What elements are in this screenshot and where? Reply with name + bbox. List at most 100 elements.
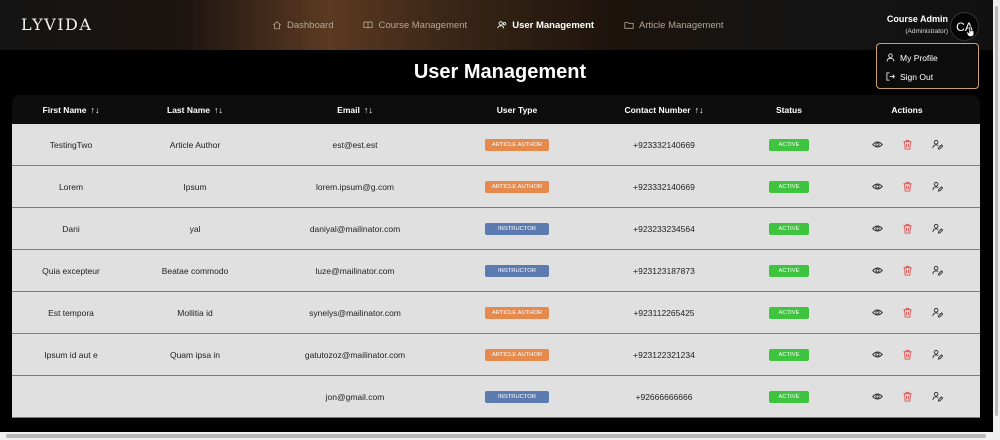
- cell-last-name: yal: [130, 224, 260, 234]
- column-header-user-type: User Type: [450, 105, 584, 115]
- column-header-contact-number[interactable]: Contact Number ↑↓: [584, 105, 744, 115]
- nav-item-label: Article Management: [639, 19, 724, 31]
- column-label: Last Name: [167, 104, 210, 115]
- cell-status: Active: [744, 222, 834, 235]
- horizontal-scrollbar-thumb[interactable]: [6, 434, 986, 438]
- cell-contact-number: +923332140669: [584, 140, 744, 150]
- cell-user-type: Article Author: [450, 138, 584, 151]
- view-icon[interactable]: [862, 391, 892, 402]
- delete-icon[interactable]: [892, 349, 922, 360]
- column-label: Contact Number: [624, 104, 691, 115]
- edit-user-icon[interactable]: [922, 307, 952, 318]
- cell-contact-number: +923122321234: [584, 350, 744, 360]
- table-header: First Name ↑↓ Last Name ↑↓ Email ↑↓ User…: [12, 95, 980, 124]
- cell-actions: [834, 307, 980, 318]
- app-logo[interactable]: LYVIDA: [21, 15, 92, 34]
- cell-email: lorem.ipsum@g.com: [260, 182, 450, 192]
- column-header-status: Status: [744, 105, 834, 115]
- user-type-badge: Instructor: [485, 264, 549, 277]
- cell-contact-number: +923233234564: [584, 224, 744, 234]
- column-header-first-name[interactable]: First Name ↑↓: [12, 105, 130, 115]
- view-icon[interactable]: [862, 181, 892, 192]
- cell-actions: [834, 223, 980, 234]
- cell-status: Active: [744, 390, 834, 403]
- cell-status: Active: [744, 138, 834, 151]
- status-badge: Active: [769, 138, 809, 151]
- sort-icon[interactable]: ↑↓: [364, 105, 373, 115]
- delete-icon[interactable]: [892, 307, 922, 318]
- edit-user-icon[interactable]: [922, 391, 952, 402]
- cell-text: Ipsum: [183, 181, 207, 192]
- edit-user-icon[interactable]: [922, 223, 952, 234]
- nav-item-article-management[interactable]: Article Management: [624, 19, 724, 31]
- delete-icon[interactable]: [892, 181, 922, 192]
- cell-first-name: Dani: [12, 224, 130, 234]
- cell-first-name: Ipsum id aut e: [12, 350, 130, 360]
- home-icon: [272, 21, 282, 30]
- delete-icon[interactable]: [892, 391, 922, 402]
- cell-last-name: Article Author: [130, 140, 260, 150]
- cell-status: Active: [744, 306, 834, 319]
- column-header-actions: Actions: [834, 105, 980, 115]
- edit-user-icon[interactable]: [922, 181, 952, 192]
- cell-contact-number: +92666666666: [584, 392, 744, 402]
- cell-text: daniyal@mailinator.com: [309, 223, 401, 234]
- vertical-scrollbar-thumb[interactable]: [995, 6, 998, 416]
- cell-text: Beatae commodo: [161, 265, 229, 276]
- cell-text: Quam ipsa in: [169, 349, 221, 360]
- book-icon: [363, 21, 374, 29]
- cell-email: gatutozoz@mailinator.com: [260, 350, 450, 360]
- view-icon[interactable]: [862, 307, 892, 318]
- user-type-badge: Article Author: [485, 138, 549, 151]
- delete-icon[interactable]: [892, 139, 922, 150]
- column-header-email[interactable]: Email ↑↓: [260, 105, 450, 115]
- nav-item-course-management[interactable]: Course Management: [363, 20, 467, 31]
- sort-icon[interactable]: ↑↓: [90, 105, 99, 115]
- page-title: User Management: [413, 61, 587, 83]
- cell-first-name: TestingTwo: [12, 140, 130, 150]
- view-icon[interactable]: [862, 349, 892, 360]
- cell-last-name: Mollitia id: [130, 308, 260, 318]
- table-body: TestingTwo Article Author est@est.est Artic…: [12, 124, 980, 418]
- cell-status: Active: [744, 348, 834, 361]
- cell-text: TestingTwo: [49, 139, 93, 150]
- edit-user-icon[interactable]: [922, 265, 952, 276]
- cell-text: +92666666666: [635, 391, 693, 402]
- cell-text: Mollitia id: [177, 307, 213, 318]
- table-row: Est tempora Mollitia id synelys@mailinator…: [12, 292, 980, 334]
- user-info[interactable]: Course Admin (Administrator): [868, 14, 948, 35]
- column-header-last-name[interactable]: Last Name ↑↓: [130, 105, 260, 115]
- table-row: Ipsum id aut e Quam ipsa in gatutozoz@mail…: [12, 334, 980, 376]
- sort-icon[interactable]: ↑↓: [695, 105, 704, 115]
- top-navbar: LYVIDA Dashboard Course Management User …: [0, 0, 1000, 50]
- cell-actions: [834, 181, 980, 192]
- table-row: Lorem Ipsum lorem.ipsum@g.com Article Autho…: [12, 166, 980, 208]
- cell-text: +923332140669: [633, 139, 695, 150]
- cell-email: luze@mailinator.com: [260, 266, 450, 276]
- user-type-badge: Article Author: [485, 348, 549, 361]
- view-icon[interactable]: [862, 223, 892, 234]
- delete-icon[interactable]: [892, 265, 922, 276]
- cell-user-type: Instructor: [450, 222, 584, 235]
- edit-user-icon[interactable]: [922, 139, 952, 150]
- cell-text: lorem.ipsum@g.com: [315, 181, 395, 192]
- cell-text: luze@mailinator.com: [315, 265, 395, 276]
- cell-text: synelys@mailinator.com: [309, 307, 401, 318]
- table-row: Dani yal daniyal@mailinator.com Instructor +…: [12, 208, 980, 250]
- nav-item-user-management[interactable]: User Management: [497, 20, 594, 31]
- delete-icon[interactable]: [892, 223, 922, 234]
- main-nav: Dashboard Course Management User Managem…: [272, 0, 754, 50]
- nav-item-label: Dashboard: [287, 19, 334, 31]
- nav-item-dashboard[interactable]: Dashboard: [272, 20, 333, 31]
- view-icon[interactable]: [862, 265, 892, 276]
- column-label: Status: [776, 104, 802, 115]
- user-type-badge: Article Author: [485, 180, 549, 193]
- sort-icon[interactable]: ↑↓: [214, 105, 223, 115]
- user-name: Course Admin: [886, 14, 948, 24]
- edit-user-icon[interactable]: [922, 349, 952, 360]
- cell-text: Lorem: [58, 181, 84, 192]
- table-row: TestingTwo Article Author est@est.est Artic…: [12, 124, 980, 166]
- view-icon[interactable]: [862, 139, 892, 150]
- cell-text: +923112265425: [633, 307, 695, 318]
- nav-item-label: Course Management: [378, 19, 468, 31]
